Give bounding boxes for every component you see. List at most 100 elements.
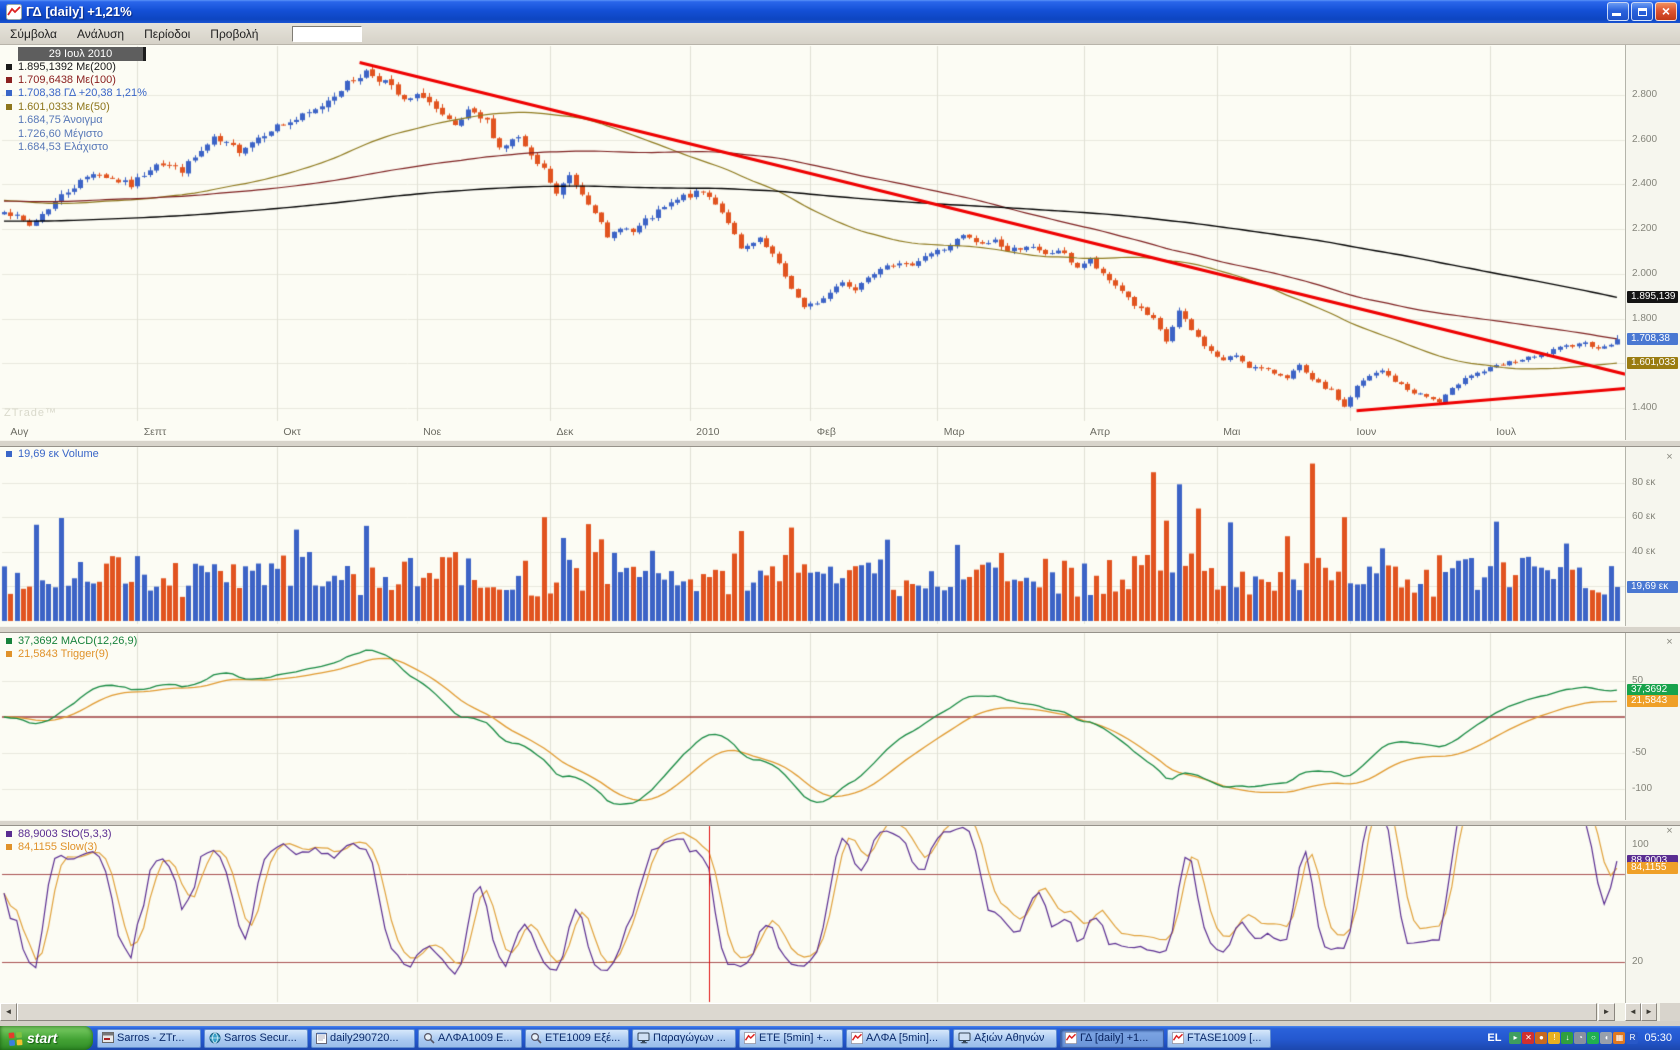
legend-item: 19,69 εκ Volume: [4, 447, 99, 460]
monitor-icon: [637, 1032, 650, 1044]
value-tag: 1.708,38: [1627, 333, 1678, 345]
stoch-legend: 88,9003 StO(5,3,3)84,1155 Slow(3): [4, 827, 112, 854]
task-button-2[interactable]: Sarros Secur...: [204, 1029, 308, 1048]
task-button-3[interactable]: daily290720...: [311, 1029, 415, 1048]
scroll-left-button[interactable]: ◄: [0, 1003, 17, 1021]
month-label: Ιουν: [1357, 426, 1377, 438]
task-button-label: FTASE1009 [...: [1187, 1032, 1261, 1044]
axis-label: 100: [1632, 839, 1649, 850]
axis-label: 1.800: [1632, 313, 1657, 324]
search-icon: [423, 1032, 435, 1044]
legend-item: 1.601,0333 Με(50): [4, 100, 147, 113]
axis-label: 2.800: [1632, 89, 1657, 100]
legend-item: 1.708,38 ΓΔ +20,38 1,21%: [4, 87, 147, 100]
app-icon: [102, 1032, 114, 1044]
value-tag: 21,5843: [1627, 695, 1678, 707]
tray-messenger-icon[interactable]: ●: [1535, 1032, 1547, 1044]
task-button-label: Sarros - ZTr...: [117, 1032, 184, 1044]
axis-label: 20: [1632, 956, 1643, 967]
chart-icon: [1065, 1032, 1077, 1044]
axis-label: 40 εκ: [1632, 546, 1655, 557]
pane-splitter[interactable]: [0, 626, 1680, 633]
legend-swatch: [6, 844, 12, 850]
windows-flag-icon: [8, 1031, 23, 1046]
task-button-8[interactable]: ΑΛΦΑ [5min]...: [846, 1029, 950, 1048]
tray-update-icon[interactable]: ↓: [1561, 1032, 1573, 1044]
horizontal-scrollbar[interactable]: ◄ ► ◄ ►: [0, 1003, 1680, 1021]
legend-text: 1.601,0333 Με(50): [18, 101, 110, 113]
pane-scroll-right-button[interactable]: ►: [1641, 1003, 1657, 1021]
task-button-label: ΑΛΦΑ [5min]...: [866, 1032, 938, 1044]
volume-legend: 19,69 εκ Volume: [4, 447, 99, 460]
task-button-label: Παραγώγων ...: [653, 1032, 726, 1044]
task-button-10[interactable]: ΓΔ [daily] +1...: [1060, 1029, 1164, 1048]
task-button-7[interactable]: ΕΤΕ [5min] +...: [739, 1029, 843, 1048]
scroll-right-button[interactable]: ►: [1598, 1003, 1615, 1021]
ztrade-window: ΓΔ [daily] +1,21% × ΣύμβολαΑνάλυσηΠερίοδ…: [0, 0, 1680, 1050]
task-button-11[interactable]: FTASE1009 [...: [1167, 1029, 1271, 1048]
tray-media-icon[interactable]: ○: [1587, 1032, 1599, 1044]
taskbar-clock: 05:30: [1638, 1032, 1680, 1044]
monitor-icon: [958, 1032, 971, 1044]
month-label: 2010: [696, 426, 719, 438]
task-button-label: Sarros Secur...: [224, 1032, 297, 1044]
legend-item: 84,1155 Slow(3): [4, 840, 112, 853]
chart-canvas[interactable]: [0, 0, 1680, 1005]
tray-error-icon[interactable]: ✕: [1522, 1032, 1534, 1044]
macd-pane-close-icon[interactable]: ×: [1664, 637, 1675, 648]
axis-label: 2.400: [1632, 178, 1657, 189]
price-legend: 1.895,1392 Με(200)1.709,6438 Με(100)1.70…: [4, 60, 147, 154]
legend-text: 21,5843 Trigger(9): [18, 648, 109, 660]
legend-text: 1.684,75 Άνοιγμα: [18, 114, 103, 126]
legend-text: 19,69 εκ Volume: [18, 448, 99, 460]
watermark: ZTrade™: [4, 407, 57, 419]
legend-swatch: [6, 90, 12, 96]
pane-scroll-left-button[interactable]: ◄: [1625, 1003, 1641, 1021]
task-button-5[interactable]: ΕΤΕ1009 Εξέ...: [525, 1029, 629, 1048]
tray-volume-icon[interactable]: ◖: [1600, 1032, 1612, 1044]
stoch-pane-close-icon[interactable]: ×: [1664, 826, 1675, 837]
tray-app-icon[interactable]: R: [1626, 1032, 1638, 1044]
month-label: Δεκ: [556, 426, 573, 438]
tray-network-icon[interactable]: ▸: [1509, 1032, 1521, 1044]
month-label: Αυγ: [10, 426, 28, 438]
month-label: Σεπτ: [144, 426, 167, 438]
value-tag: 84,1155: [1627, 862, 1678, 874]
legend-text: 1.895,1392 Με(200): [18, 61, 116, 73]
value-tag: 37,3692: [1627, 684, 1678, 696]
scrollbar-thumb[interactable]: [17, 1003, 1597, 1021]
scrollbar-corner: [1660, 1003, 1680, 1021]
legend-swatch: [6, 651, 12, 657]
month-label: Οκτ: [283, 426, 301, 438]
task-button-label: daily290720...: [330, 1032, 399, 1044]
legend-item: 1.684,75 Άνοιγμα: [4, 114, 147, 127]
volume-pane-close-icon[interactable]: ×: [1664, 452, 1675, 463]
pane-splitter[interactable]: [0, 440, 1680, 447]
task-button-9[interactable]: Αξιών Αθηνών: [953, 1029, 1057, 1048]
task-button-6[interactable]: Παραγώγων ...: [632, 1029, 736, 1048]
task-button-4[interactable]: ΑΛΦΑ1009 Ε...: [418, 1029, 522, 1048]
month-label: Ιουλ: [1496, 426, 1516, 438]
legend-swatch: [6, 77, 12, 83]
language-indicator[interactable]: EL: [1479, 1032, 1509, 1044]
legend-text: 1.709,6438 Με(100): [18, 74, 116, 86]
axis-label: 2.000: [1632, 268, 1657, 279]
legend-item: 37,3692 MACD(12,26,9): [4, 634, 137, 647]
task-button-label: ΕΤΕ [5min] +...: [759, 1032, 832, 1044]
globe-icon: [209, 1032, 221, 1044]
legend-text: 1.726,60 Μέγιστο: [18, 128, 103, 140]
tray-shield-icon[interactable]: !: [1548, 1032, 1560, 1044]
month-label: Μαι: [1223, 426, 1240, 438]
tray-window-icon[interactable]: ▦: [1613, 1032, 1625, 1044]
pane-splitter[interactable]: [0, 820, 1680, 826]
legend-text: 88,9003 StO(5,3,3): [18, 828, 112, 840]
month-label: Φεβ: [817, 426, 836, 438]
tray-clock-icon[interactable]: ◔: [1574, 1032, 1586, 1044]
legend-text: 37,3692 MACD(12,26,9): [18, 635, 137, 647]
legend-swatch: [6, 831, 12, 837]
legend-swatch: [6, 451, 12, 457]
value-tag: 1.895,139: [1627, 291, 1678, 303]
task-button-label: ΑΛΦΑ1009 Ε...: [438, 1032, 513, 1044]
task-button-1[interactable]: Sarros - ZTr...: [97, 1029, 201, 1048]
start-button[interactable]: start: [0, 1026, 93, 1050]
